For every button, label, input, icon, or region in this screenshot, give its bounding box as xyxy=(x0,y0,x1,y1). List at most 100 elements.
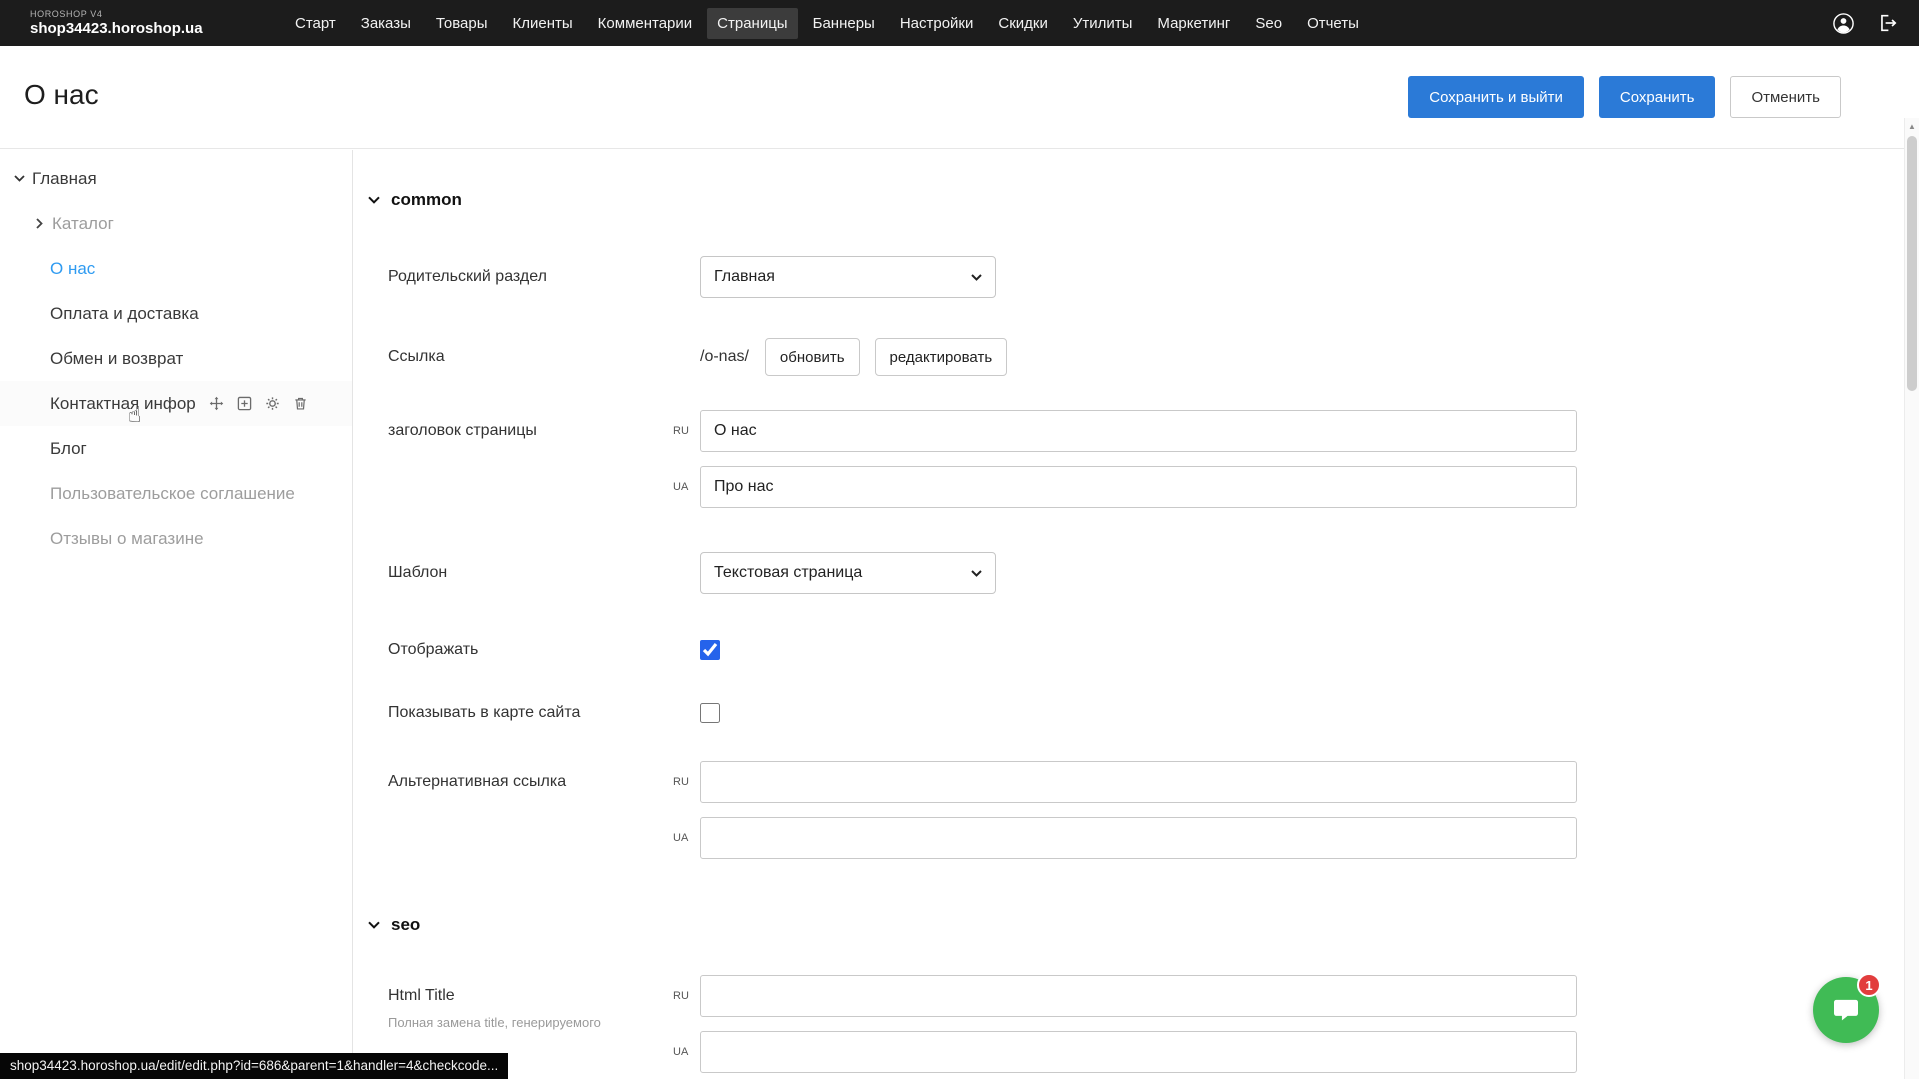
lang-ua-badge: UA xyxy=(673,466,695,508)
tree-item-label: Главная xyxy=(32,169,97,189)
nav-settings[interactable]: Настройки xyxy=(890,8,984,39)
section-title: seo xyxy=(391,915,420,935)
page-title: О нас xyxy=(24,79,99,111)
field-html-title: Html Title Полная замена title, генериру… xyxy=(368,975,1919,1073)
scroll-up-arrow[interactable]: ▲ xyxy=(1905,118,1919,134)
add-page-icon[interactable] xyxy=(236,395,254,413)
nav-comments[interactable]: Комментарии xyxy=(588,8,702,39)
link-path-value: /o-nas/ xyxy=(700,348,749,366)
field-display: Отображать xyxy=(368,640,1919,660)
field-sitemap: Показывать в карте сайта xyxy=(368,703,1919,723)
field-template: Шаблон Текстовая страница xyxy=(368,552,1919,594)
lang-ru-badge: RU xyxy=(673,761,695,803)
nav-seo[interactable]: Seo xyxy=(1245,8,1292,39)
settings-gear-icon[interactable] xyxy=(264,395,282,413)
chevron-down-icon[interactable] xyxy=(10,175,28,182)
page-header: О нас Сохранить и выйти Сохранить Отмени… xyxy=(0,46,1919,149)
status-url-text: shop34423.horoshop.ua/edit/edit.php?id=6… xyxy=(10,1058,498,1073)
chevron-down-icon xyxy=(971,268,982,286)
field-label: заголовок страницы xyxy=(388,410,700,452)
tree-item-otzyvy-o-magazine[interactable]: Отзывы о магазине xyxy=(0,516,352,561)
main-area: Главная Каталог О нас Оплата и доставка … xyxy=(0,150,1919,1079)
template-select[interactable]: Текстовая страница xyxy=(700,552,996,594)
tree-item-label: О нас xyxy=(50,259,95,279)
tree-item-obmen-i-vozvrat[interactable]: Обмен и возврат xyxy=(0,336,352,381)
nav-utilities[interactable]: Утилиты xyxy=(1063,8,1143,39)
alt-link-ru-input[interactable] xyxy=(700,761,1577,803)
save-and-exit-button[interactable]: Сохранить и выйти xyxy=(1408,76,1584,118)
nav-start[interactable]: Старт xyxy=(285,8,346,39)
tree-item-kontaktnaya-infor[interactable]: Контактная инфор xyxy=(0,381,352,426)
tree-item-blog[interactable]: Блог xyxy=(0,426,352,471)
brand[interactable]: HOROSHOP V4 shop34423.horoshop.ua xyxy=(30,9,285,37)
field-label: Отображать xyxy=(388,640,700,660)
topbar-actions xyxy=(1831,11,1899,35)
page-title-ru-input[interactable] xyxy=(700,410,1577,452)
chevron-right-icon[interactable] xyxy=(30,218,48,229)
tree-item-actions xyxy=(208,395,310,413)
html-title-ua-input[interactable] xyxy=(700,1031,1577,1073)
tree-item-label: Оплата и доставка xyxy=(50,304,199,324)
nav-reports[interactable]: Отчеты xyxy=(1297,8,1369,39)
html-title-ru-input[interactable] xyxy=(700,975,1577,1017)
nav-products[interactable]: Товары xyxy=(426,8,498,39)
tree-item-label: Обмен и возврат xyxy=(50,349,183,369)
field-parent-section: Родительский раздел Главная xyxy=(368,256,1919,298)
nav-banners[interactable]: Баннеры xyxy=(803,8,885,39)
tree-item-label: Каталог xyxy=(52,214,114,234)
pages-tree-sidebar: Главная Каталог О нас Оплата и доставка … xyxy=(0,150,353,1079)
section-common[interactable]: common xyxy=(368,190,1919,210)
tree-item-polzovatelskoe-soglashenie[interactable]: Пользовательское соглашение xyxy=(0,471,352,516)
nav-pages[interactable]: Страницы xyxy=(707,8,797,39)
field-alt-link: Альтернативная ссылка RU UA xyxy=(368,761,1919,859)
tree-item-glavnaya[interactable]: Главная xyxy=(0,156,352,201)
field-link: Ссылка /o-nas/ обновить редактировать xyxy=(368,338,1919,376)
lang-ru-badge: RU xyxy=(673,975,695,1017)
chevron-down-icon xyxy=(368,916,380,934)
page-title-ua-input[interactable] xyxy=(700,466,1577,508)
nav-marketing[interactable]: Маркетинг xyxy=(1147,8,1240,39)
scrollbar[interactable]: ▲ xyxy=(1904,118,1919,1079)
lang-ua-badge: UA xyxy=(673,817,695,859)
field-hint: Полная замена title, генерируемого xyxy=(388,1013,700,1033)
display-checkbox[interactable] xyxy=(700,640,720,660)
move-icon[interactable] xyxy=(208,395,226,413)
refresh-link-button[interactable]: обновить xyxy=(765,338,860,376)
delete-trash-icon[interactable] xyxy=(292,395,310,413)
tree-item-katalog[interactable]: Каталог xyxy=(0,201,352,246)
scroll-thumb[interactable] xyxy=(1907,136,1917,391)
chat-unread-badge: 1 xyxy=(1857,973,1881,997)
select-value: Главная xyxy=(714,268,775,286)
page-edit-form: common Родительский раздел Главная Ссылк… xyxy=(353,150,1919,1079)
alt-link-ua-input[interactable] xyxy=(700,817,1577,859)
tree-item-o-nas[interactable]: О нас xyxy=(0,246,352,291)
tree-item-label: Контактная инфор xyxy=(50,394,196,414)
chat-widget-button[interactable]: 1 xyxy=(1813,977,1879,1043)
chat-bubble-icon xyxy=(1831,995,1861,1025)
field-label: Альтернативная ссылка xyxy=(388,761,700,803)
nav-discounts[interactable]: Скидки xyxy=(988,8,1057,39)
field-label-text: Html Title xyxy=(388,986,700,1006)
field-label: Показывать в карте сайта xyxy=(388,703,700,723)
cancel-button[interactable]: Отменить xyxy=(1730,76,1841,118)
header-buttons: Сохранить и выйти Сохранить Отменить xyxy=(1408,76,1841,118)
brand-version: HOROSHOP V4 xyxy=(30,9,285,20)
sitemap-checkbox[interactable] xyxy=(700,703,720,723)
logout-icon[interactable] xyxy=(1875,11,1899,35)
nav-orders[interactable]: Заказы xyxy=(351,8,421,39)
parent-section-select[interactable]: Главная xyxy=(700,256,996,298)
save-button[interactable]: Сохранить xyxy=(1599,76,1716,118)
tree-item-label: Блог xyxy=(50,439,87,459)
account-icon[interactable] xyxy=(1831,11,1855,35)
chevron-down-icon xyxy=(368,191,380,209)
section-title: common xyxy=(391,190,462,210)
tree-item-label: Пользовательское соглашение xyxy=(50,484,295,504)
edit-link-button[interactable]: редактировать xyxy=(875,338,1008,376)
brand-domain: shop34423.horoshop.ua xyxy=(30,20,285,37)
tree-item-oplata-i-dostavka[interactable]: Оплата и доставка xyxy=(0,291,352,336)
section-seo[interactable]: seo xyxy=(368,915,1919,935)
field-label: Шаблон xyxy=(388,552,700,594)
status-url-bar: shop34423.horoshop.ua/edit/edit.php?id=6… xyxy=(0,1053,508,1079)
nav-clients[interactable]: Клиенты xyxy=(503,8,583,39)
tree-item-label: Отзывы о магазине xyxy=(50,529,204,549)
